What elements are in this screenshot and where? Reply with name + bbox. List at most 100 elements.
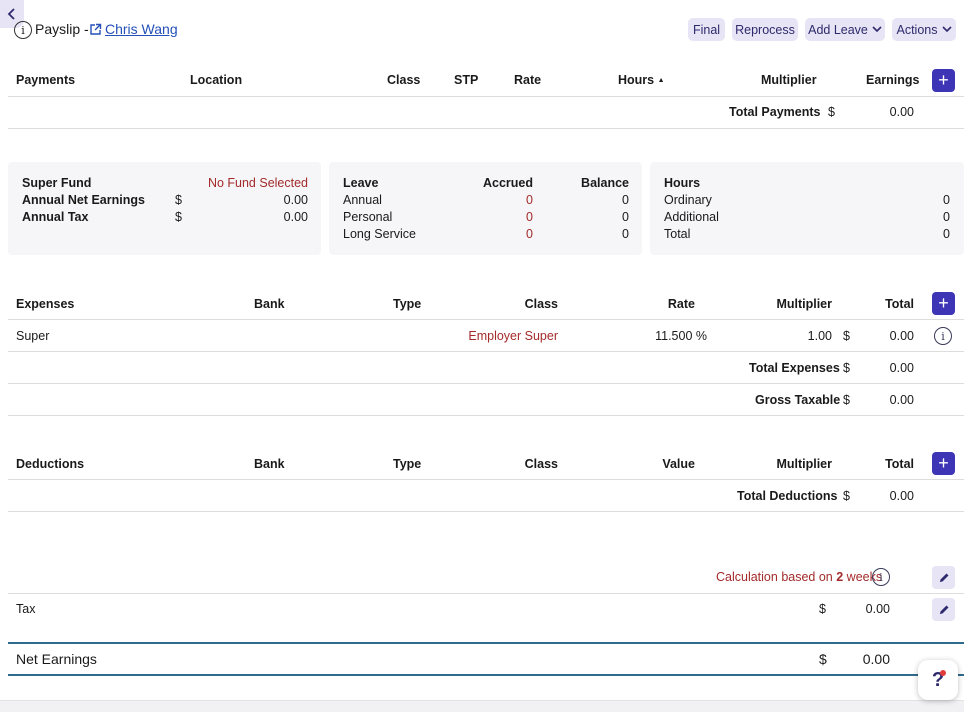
final-button-label: Final <box>692 22 721 37</box>
add-deduction-button[interactable]: + <box>932 452 955 475</box>
col-expenses: Expenses <box>16 297 75 311</box>
expense-multiplier: 1.00 <box>807 329 832 343</box>
pencil-icon <box>939 573 948 582</box>
footer-bar <box>0 700 964 712</box>
hours-name: Ordinary <box>664 193 712 207</box>
hours-panel-title: Hours <box>664 176 701 190</box>
help-button[interactable]: ? <box>918 660 958 700</box>
net-earnings-value: 0.00 <box>862 651 890 667</box>
leave-balance: 0 <box>622 227 629 241</box>
leave-accrued: 0 <box>526 210 533 224</box>
info-icon[interactable]: i <box>14 21 32 39</box>
chevron-down-icon <box>872 26 882 33</box>
add-leave-button-label: Add Leave <box>808 22 868 37</box>
sort-asc-icon: ▲ <box>657 77 665 85</box>
expense-name: Super <box>16 329 50 343</box>
gross-taxable-value: 0.00 <box>889 393 914 407</box>
annual-tax-value: 0.00 <box>283 210 308 224</box>
employee-link[interactable]: Chris Wang <box>89 21 178 37</box>
calculation-prefix: Calculation based on <box>716 570 833 584</box>
divider <box>8 511 964 512</box>
col-rate: Rate <box>514 73 542 87</box>
tax-currency: $ <box>819 602 826 616</box>
summary-panel: Super Fund No Fund Selected Annual Net E… <box>8 162 321 255</box>
add-payment-button[interactable]: + <box>932 69 955 92</box>
hours-name: Total <box>664 227 691 241</box>
annual-net-label: Annual Net Earnings <box>22 193 145 207</box>
expense-class: Employer Super <box>468 329 558 343</box>
tax-value: 0.00 <box>865 602 890 616</box>
hours-value: 0 <box>943 227 950 241</box>
annual-tax-label: Annual Tax <box>22 210 89 224</box>
col-class: Class <box>387 73 421 87</box>
col-payments: Payments <box>16 73 76 87</box>
expense-rate: 11.500 % <box>655 329 707 343</box>
add-leave-button[interactable]: Add Leave <box>805 18 885 41</box>
total-deductions-value: 0.00 <box>889 489 914 503</box>
leave-balance: 0 <box>622 210 629 224</box>
col-value: Value <box>662 457 695 471</box>
tax-label: Tax <box>16 602 36 616</box>
total-expenses-currency: $ <box>843 361 850 375</box>
col-hours-label: Hours <box>618 73 655 87</box>
annual-net-currency: $ <box>175 193 182 207</box>
leave-accrued: 0 <box>526 227 533 241</box>
actions-button-label: Actions <box>896 22 938 37</box>
col-multiplier: Multiplier <box>776 457 832 471</box>
calculation-number: 2 <box>836 570 844 584</box>
final-button[interactable]: Final <box>688 18 725 41</box>
leave-name: Personal <box>343 210 393 224</box>
info-icon[interactable]: i <box>934 327 952 345</box>
expense-total: 0.00 <box>889 329 914 343</box>
col-multiplier: Multiplier <box>761 73 817 87</box>
divider <box>8 593 964 594</box>
pencil-icon <box>939 605 948 614</box>
hours-panel: Hours Ordinary 0 Additional 0 Total 0 <box>650 162 964 255</box>
add-expense-button[interactable]: + <box>932 292 955 315</box>
edit-tax-button[interactable] <box>932 598 955 621</box>
total-payments-label: Total Payments <box>729 105 821 119</box>
plus-icon: + <box>938 70 949 90</box>
notification-dot <box>940 670 946 676</box>
col-location: Location <box>190 73 243 87</box>
super-fund-label: Super Fund <box>22 176 92 190</box>
col-stp: STP <box>454 73 479 87</box>
leave-header: Leave <box>343 176 379 190</box>
plus-icon: + <box>938 453 949 473</box>
col-hours-sort[interactable]: Hours ▲ <box>618 73 665 87</box>
divider <box>8 319 964 320</box>
edit-calculation-button[interactable] <box>932 566 955 589</box>
divider <box>8 642 964 644</box>
col-deductions: Deductions <box>16 457 85 471</box>
col-total: Total <box>885 457 914 471</box>
leave-accrued: 0 <box>526 193 533 207</box>
calculation-note: Calculation based on 2 weeks <box>716 570 882 584</box>
divider <box>8 383 964 384</box>
gross-taxable-currency: $ <box>843 393 850 407</box>
divider <box>8 96 964 97</box>
total-expenses-label: Total Expenses <box>749 361 840 375</box>
total-payments-value: 0.00 <box>889 105 914 119</box>
col-type: Type <box>393 457 422 471</box>
total-deductions-label: Total Deductions <box>737 489 838 503</box>
page-title: Payslip - <box>35 21 89 37</box>
leave-name: Annual <box>343 193 382 207</box>
hours-value: 0 <box>943 193 950 207</box>
reprocess-button[interactable]: Reprocess <box>732 18 798 41</box>
actions-button[interactable]: Actions <box>892 18 956 41</box>
net-earnings-label: Net Earnings <box>16 651 97 667</box>
col-bank: Bank <box>254 457 285 471</box>
accrued-header: Accrued <box>482 176 533 190</box>
hours-name: Additional <box>664 210 719 224</box>
total-payments-currency: $ <box>828 105 835 119</box>
col-rate: Rate <box>667 297 695 311</box>
hours-value: 0 <box>943 210 950 224</box>
col-multiplier: Multiplier <box>776 297 832 311</box>
col-class: Class <box>524 457 558 471</box>
col-earnings: Earnings <box>866 73 920 87</box>
employee-name: Chris Wang <box>105 21 178 37</box>
total-expenses-value: 0.00 <box>889 361 914 375</box>
chevron-down-icon <box>941 26 952 33</box>
total-deductions-currency: $ <box>843 489 850 503</box>
info-icon[interactable]: i <box>872 568 890 586</box>
